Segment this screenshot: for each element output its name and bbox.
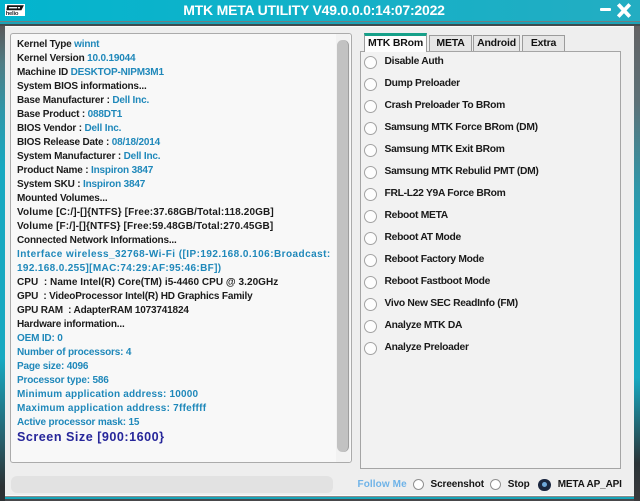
svg-text:helio: helio [5, 10, 18, 15]
